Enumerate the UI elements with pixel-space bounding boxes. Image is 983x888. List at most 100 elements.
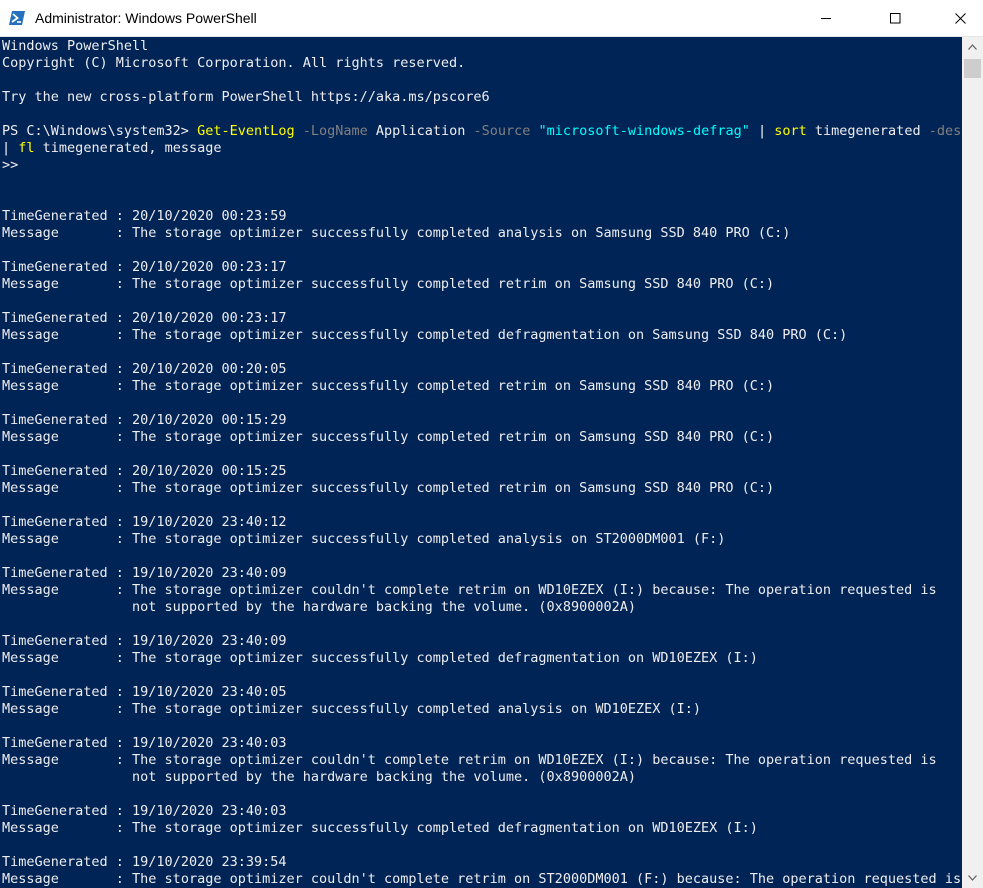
message-value: The storage optimizer successfully compl… — [132, 378, 775, 394]
command-token: | — [2, 140, 11, 156]
message-label: Message : — [2, 378, 133, 394]
command-token: message — [156, 140, 222, 156]
time-value: 19/10/2020 23:40:09 — [132, 633, 287, 649]
command-line: PS C:\Windows\system32> Get-EventLog -Lo… — [2, 123, 962, 140]
header-text: Try the new cross-platform PowerShell ht… — [2, 89, 490, 105]
message-value: The storage optimizer couldn't complete … — [132, 871, 962, 887]
message-label: Message : — [2, 480, 133, 496]
maximize-button[interactable] — [872, 0, 918, 36]
time-value: 20/10/2020 00:23:17 — [132, 310, 287, 326]
command-token: Get-EventLog — [197, 123, 295, 139]
record-message-line: not supported by the hardware backing th… — [2, 769, 636, 786]
record-time-line: TimeGenerated : 20/10/2020 00:23:17 — [2, 259, 286, 276]
header-text: Windows PowerShell — [2, 38, 149, 54]
console-header-line: Copyright (C) Microsoft Corporation. All… — [2, 55, 465, 72]
command-token: -Source — [473, 123, 531, 139]
record-time-line: TimeGenerated : 19/10/2020 23:40:09 — [2, 565, 286, 582]
time-value: 20/10/2020 00:15:25 — [132, 463, 287, 479]
message-indent — [2, 769, 132, 785]
command-token: -LogName — [302, 123, 368, 139]
message-value: The storage optimizer successfully compl… — [132, 701, 701, 717]
time-value: 19/10/2020 23:40:09 — [132, 565, 287, 581]
record-time-line: TimeGenerated : 19/10/2020 23:40:03 — [2, 803, 286, 820]
record-time-line: TimeGenerated : 19/10/2020 23:40:12 — [2, 514, 286, 531]
record-time-line: TimeGenerated : 20/10/2020 00:23:59 — [2, 208, 286, 225]
scroll-thumb[interactable] — [964, 59, 981, 78]
record-time-line: TimeGenerated : 19/10/2020 23:39:54 — [2, 854, 286, 871]
record-time-line: TimeGenerated : 20/10/2020 00:15:25 — [2, 463, 286, 480]
vertical-scrollbar[interactable] — [962, 37, 983, 888]
console-header-line: Try the new cross-platform PowerShell ht… — [2, 89, 490, 106]
time-label: TimeGenerated : — [2, 803, 133, 819]
message-value: The storage optimizer successfully compl… — [132, 650, 758, 666]
time-label: TimeGenerated : — [2, 208, 133, 224]
prompt-text: PS C:\Windows\system32> — [2, 123, 198, 139]
powershell-icon — [9, 11, 25, 25]
header-text: Copyright (C) Microsoft Corporation. All… — [2, 55, 466, 71]
record-message-line: Message : The storage optimizer successf… — [2, 531, 725, 548]
minimize-button[interactable] — [803, 0, 849, 36]
time-label: TimeGenerated : — [2, 310, 133, 326]
message-value: The storage optimizer successfully compl… — [132, 531, 726, 547]
record-time-line: TimeGenerated : 19/10/2020 23:40:03 — [2, 735, 286, 752]
chevron-down-icon — [968, 875, 977, 881]
close-icon — [955, 13, 966, 24]
close-button[interactable] — [937, 0, 983, 36]
continuation-prompt-line: >> — [2, 157, 18, 174]
message-label: Message : — [2, 820, 133, 836]
time-value: 20/10/2020 00:20:05 — [132, 361, 287, 377]
message-label: Message : — [2, 582, 133, 598]
time-label: TimeGenerated : — [2, 361, 133, 377]
command-token: timegenerated — [806, 123, 929, 139]
command-token — [530, 123, 538, 139]
time-value: 19/10/2020 23:40:05 — [132, 684, 287, 700]
time-label: TimeGenerated : — [2, 259, 133, 275]
record-message-line: Message : The storage optimizer successf… — [2, 701, 701, 718]
message-label: Message : — [2, 225, 133, 241]
time-label: TimeGenerated : — [2, 514, 133, 530]
record-message-line: not supported by the hardware backing th… — [2, 599, 636, 616]
time-value: 19/10/2020 23:40:12 — [132, 514, 287, 530]
command-token: -desc — [928, 123, 962, 139]
window-title: Administrator: Windows PowerShell — [35, 10, 257, 26]
record-message-line: Message : The storage optimizer successf… — [2, 276, 774, 293]
message-value: The storage optimizer couldn't complete … — [132, 752, 937, 768]
time-value: 19/10/2020 23:40:03 — [132, 735, 287, 751]
message-value: The storage optimizer successfully compl… — [132, 480, 775, 496]
record-message-line: Message : The storage optimizer couldn't… — [2, 752, 937, 769]
continuation-prompt: >> — [2, 157, 19, 173]
record-time-line: TimeGenerated : 19/10/2020 23:40:05 — [2, 684, 286, 701]
record-time-line: TimeGenerated : 20/10/2020 00:15:29 — [2, 412, 286, 429]
command-token — [295, 123, 303, 139]
message-indent — [2, 599, 132, 615]
message-value: not supported by the hardware backing th… — [132, 769, 636, 785]
message-label: Message : — [2, 701, 133, 717]
record-message-line: Message : The storage optimizer couldn't… — [2, 871, 961, 888]
command-token: "microsoft-windows-defrag" — [538, 123, 750, 139]
command-token: sort — [774, 123, 807, 139]
message-label: Message : — [2, 531, 133, 547]
console-output[interactable]: Windows PowerShell Copyright (C) Microsof… — [0, 37, 962, 888]
command-token: fl — [18, 140, 35, 156]
title-bar[interactable]: Administrator: Windows PowerShell — [0, 0, 983, 37]
scroll-up-button[interactable] — [962, 37, 983, 57]
message-value: The storage optimizer successfully compl… — [132, 276, 775, 292]
message-value: The storage optimizer successfully compl… — [132, 429, 775, 445]
chevron-up-icon — [968, 44, 977, 50]
scroll-down-button[interactable] — [962, 868, 983, 888]
record-message-line: Message : The storage optimizer successf… — [2, 327, 847, 344]
record-message-line: Message : The storage optimizer successf… — [2, 429, 774, 446]
time-label: TimeGenerated : — [2, 463, 133, 479]
powershell-window: Administrator: Windows PowerShell Window… — [0, 0, 983, 888]
record-message-line: Message : The storage optimizer successf… — [2, 480, 774, 497]
maximize-icon — [890, 13, 901, 24]
message-value: The storage optimizer successfully compl… — [132, 225, 791, 241]
time-label: TimeGenerated : — [2, 735, 133, 751]
record-time-line: TimeGenerated : 19/10/2020 23:40:09 — [2, 633, 286, 650]
message-value: The storage optimizer couldn't complete … — [132, 582, 937, 598]
console-header-line: Windows PowerShell — [2, 38, 148, 55]
time-label: TimeGenerated : — [2, 412, 133, 428]
message-label: Message : — [2, 752, 133, 768]
message-label: Message : — [2, 871, 133, 887]
record-message-line: Message : The storage optimizer successf… — [2, 820, 758, 837]
